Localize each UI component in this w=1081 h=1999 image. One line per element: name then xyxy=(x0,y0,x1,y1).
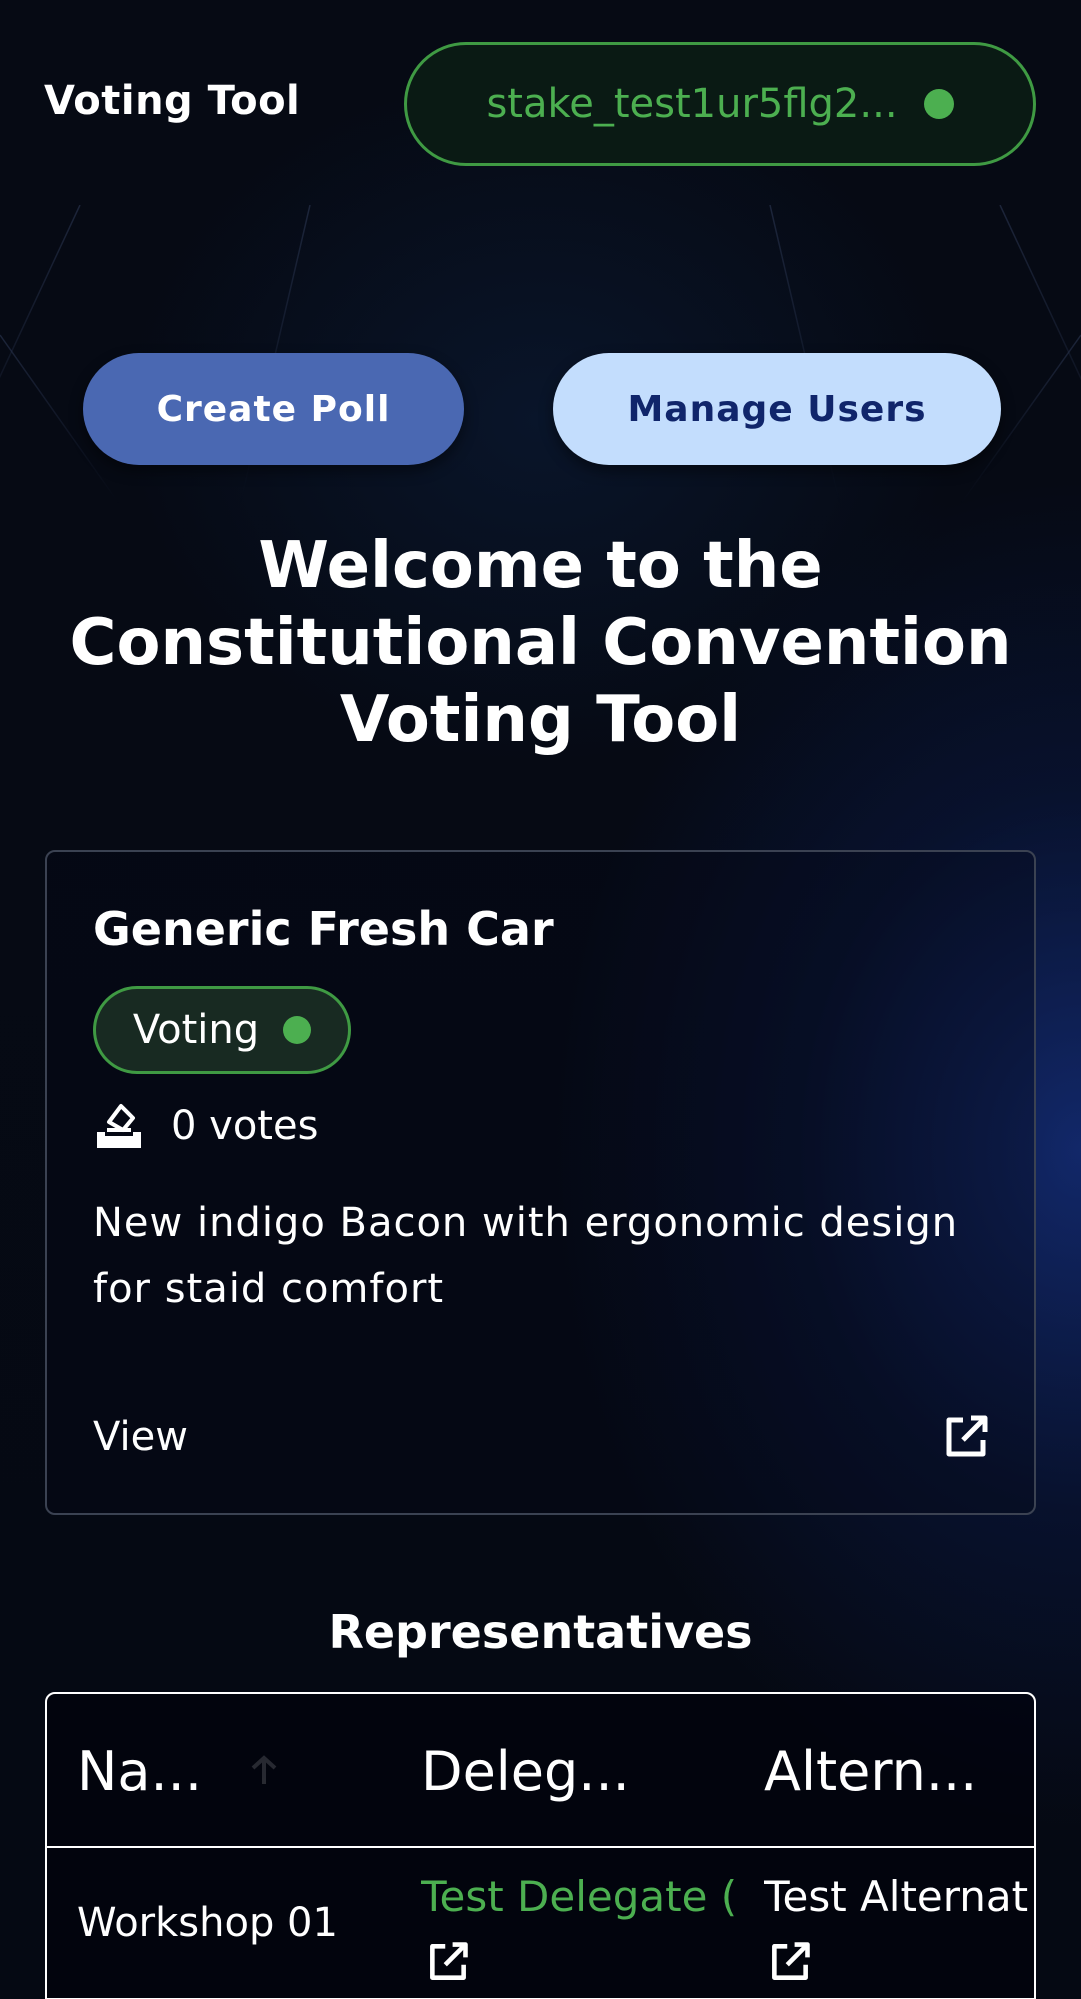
votes-count: 0 votes xyxy=(171,1103,319,1149)
representative-name: Workshop 01 xyxy=(77,1900,338,1946)
poll-title: Generic Fresh Car xyxy=(93,902,554,956)
column-header-alternate[interactable]: Altern... xyxy=(764,1740,977,1803)
table-row: Workshop 01 Test Delegate ( Test Alterna… xyxy=(47,1850,1034,1999)
poll-status-badge: Voting xyxy=(93,986,351,1074)
delegate-link[interactable]: Test Delegate ( xyxy=(421,1872,741,1921)
status-dot xyxy=(283,1016,312,1044)
welcome-heading: Welcome to the Constitutional Convention… xyxy=(40,528,1041,759)
representatives-table: Na... Deleg... Altern... Workshop 01 Tes… xyxy=(45,1692,1036,1999)
welcome-line-2: Constitutional Convention xyxy=(69,606,1012,680)
table-header: Na... Deleg... Altern... xyxy=(47,1694,1034,1848)
representatives-heading: Representatives xyxy=(328,1605,753,1659)
column-header-delegate[interactable]: Deleg... xyxy=(421,1740,630,1803)
poll-card[interactable]: Generic Fresh Car Voting 0 votes New ind… xyxy=(45,850,1036,1515)
connected-status-dot xyxy=(923,89,954,119)
view-poll-link[interactable]: View xyxy=(93,1414,188,1460)
top-bar: Voting Tool stake_test1ur5flg2... xyxy=(0,0,1081,205)
alternate-link[interactable]: Test Alternat xyxy=(764,1872,1034,1921)
manage-users-button[interactable]: Manage Users xyxy=(553,353,1001,465)
welcome-line-1: Welcome to the xyxy=(258,529,823,603)
ballot-box-icon xyxy=(97,1104,141,1148)
external-link-icon[interactable] xyxy=(941,1412,991,1462)
create-poll-button[interactable]: Create Poll xyxy=(83,353,464,465)
sort-arrow-icon[interactable] xyxy=(247,1754,281,1788)
welcome-line-3: Voting Tool xyxy=(339,683,742,757)
votes-count-row: 0 votes xyxy=(93,1100,318,1152)
external-link-icon[interactable] xyxy=(767,1939,813,1985)
column-header-name[interactable]: Na... xyxy=(77,1740,202,1803)
app-title: Voting Tool xyxy=(44,78,301,124)
poll-description: New indigo Bacon with ergonomic design f… xyxy=(93,1200,959,1312)
external-link-icon[interactable] xyxy=(425,1939,471,1985)
poll-status-label: Voting xyxy=(132,1007,260,1053)
wallet-button[interactable]: stake_test1ur5flg2... xyxy=(404,42,1036,166)
wallet-address: stake_test1ur5flg2... xyxy=(486,81,898,127)
